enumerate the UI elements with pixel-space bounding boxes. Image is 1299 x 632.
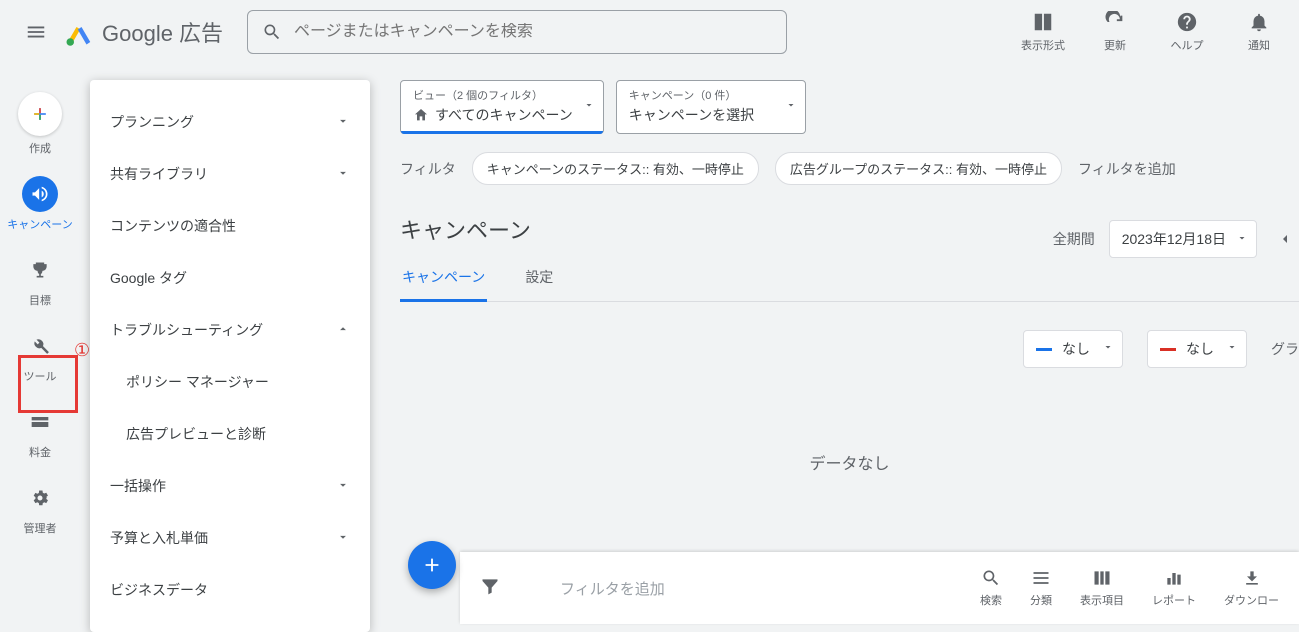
trophy-icon	[22, 252, 58, 288]
bell-icon	[1248, 11, 1270, 33]
date-prev-button[interactable]	[1271, 225, 1299, 253]
filter-funnel-icon[interactable]	[480, 576, 500, 601]
compare-row: なし なし グラ	[1023, 330, 1299, 368]
gear-icon	[22, 480, 58, 516]
annotation-1: ①	[74, 340, 90, 361]
search-input[interactable]	[294, 23, 772, 41]
segment-action[interactable]: 分類	[1030, 568, 1052, 608]
tabs: キャンペーン 設定	[400, 267, 1299, 302]
flyout-bulk-actions[interactable]: 一括操作	[90, 460, 370, 512]
chevron-down-icon	[1102, 340, 1114, 358]
flyout-budgets-bidding[interactable]: 予算と入札単価	[90, 512, 370, 564]
rail-campaigns[interactable]: キャンペーン	[7, 176, 72, 232]
logo-text: Google 広告	[102, 16, 223, 48]
notifications-button[interactable]: 通知	[1235, 11, 1283, 53]
series-color-red	[1160, 348, 1176, 351]
report-action[interactable]: レポート	[1152, 568, 1196, 608]
flyout-ad-preview[interactable]: 広告プレビューと診断	[90, 408, 370, 460]
display-mode-button[interactable]: 表示形式	[1019, 11, 1067, 53]
logo-icon	[64, 17, 94, 47]
search-icon	[981, 568, 1001, 588]
view-scope-dropdown[interactable]: ビュー（2 個のフィルタ） すべてのキャンペーン	[400, 80, 604, 134]
filter-row: フィルタ キャンペーンのステータス:: 有効、一時停止 広告グループのステータス…	[400, 152, 1299, 185]
chevron-down-icon	[336, 114, 350, 131]
columns-icon	[1092, 568, 1112, 588]
date-picker[interactable]: 2023年12月18日	[1109, 220, 1257, 258]
download-action[interactable]: ダウンロー	[1224, 568, 1279, 608]
filter-chip-adgroup-status[interactable]: 広告グループのステータス:: 有効、一時停止	[775, 152, 1062, 185]
bottom-toolbar: フィルタを追加 検索 分類 表示項目 レポート ダウンロー	[460, 552, 1299, 624]
compare-series-1[interactable]: なし	[1023, 330, 1123, 368]
tools-flyout-menu: プランニング 共有ライブラリ コンテンツの適合性 Google タグ トラブルシ…	[90, 80, 370, 632]
chevron-down-icon	[785, 98, 797, 116]
add-fab-button[interactable]	[408, 541, 456, 589]
flyout-planning[interactable]: プランニング	[90, 96, 370, 148]
help-icon	[1176, 11, 1198, 33]
megaphone-icon	[22, 176, 58, 212]
no-data-label: データなし	[809, 450, 889, 474]
graph-label: グラ	[1271, 339, 1299, 359]
campaign-scope-dropdown[interactable]: キャンペーン（0 件） キャンペーンを選択	[616, 80, 806, 134]
hamburger-menu-icon[interactable]	[16, 12, 56, 52]
main-content: ビュー（2 個のフィルタ） すべてのキャンペーン キャンペーン（0 件） キャン…	[400, 80, 1299, 624]
header: Google 広告 表示形式 更新 ヘルプ 通知	[0, 0, 1299, 64]
flyout-business-data[interactable]: ビジネスデータ	[90, 564, 370, 616]
plus-icon	[18, 92, 62, 136]
add-filter-link[interactable]: フィルタを追加	[1078, 159, 1176, 179]
layout-icon	[1032, 11, 1054, 33]
rail-admin[interactable]: 管理者	[22, 480, 58, 536]
flyout-policy-manager[interactable]: ポリシー マネージャー	[90, 356, 370, 408]
tab-settings[interactable]: 設定	[523, 267, 555, 302]
flyout-content-suitability[interactable]: コンテンツの適合性	[90, 200, 370, 252]
card-icon	[22, 404, 58, 440]
chevron-down-icon	[336, 530, 350, 547]
plus-icon	[421, 554, 443, 576]
rail-tools[interactable]: ツール	[22, 328, 58, 384]
columns-action[interactable]: 表示項目	[1080, 568, 1124, 608]
segment-icon	[1031, 568, 1051, 588]
filter-chip-campaign-status[interactable]: キャンペーンのステータス:: 有効、一時停止	[472, 152, 759, 185]
chevron-down-icon	[1226, 340, 1238, 358]
rail-billing[interactable]: 料金	[22, 404, 58, 460]
flyout-troubleshooting[interactable]: トラブルシューティング	[90, 304, 370, 356]
left-rail: 作成 キャンペーン 目標 ツール 料金 管理者	[0, 80, 80, 536]
chevron-down-icon	[336, 166, 350, 183]
report-icon	[1164, 568, 1184, 588]
filter-label: フィルタ	[400, 159, 456, 179]
chevron-down-icon	[336, 478, 350, 495]
home-icon	[413, 107, 429, 123]
chevron-up-icon	[336, 322, 350, 339]
series-color-blue	[1036, 348, 1052, 351]
chevron-down-icon	[1236, 231, 1248, 247]
search-box[interactable]	[247, 10, 787, 54]
help-button[interactable]: ヘルプ	[1163, 11, 1211, 53]
search-action[interactable]: 検索	[980, 568, 1002, 608]
date-range-label: 全期間	[1053, 229, 1095, 249]
chevron-down-icon	[583, 98, 595, 116]
add-filter-input[interactable]: フィルタを追加	[560, 578, 980, 599]
tab-campaigns[interactable]: キャンペーン	[400, 267, 487, 302]
search-icon	[262, 22, 282, 42]
date-row: 全期間 2023年12月18日	[1053, 220, 1299, 258]
table-actions: 検索 分類 表示項目 レポート ダウンロー	[980, 568, 1279, 608]
refresh-icon	[1104, 11, 1126, 33]
scope-row: ビュー（2 個のフィルタ） すべてのキャンペーン キャンペーン（0 件） キャン…	[400, 80, 1299, 134]
google-ads-logo[interactable]: Google 広告	[64, 16, 223, 48]
rail-goals[interactable]: 目標	[22, 252, 58, 308]
flyout-google-tag[interactable]: Google タグ	[90, 252, 370, 304]
rail-create[interactable]: 作成	[18, 92, 62, 156]
compare-series-2[interactable]: なし	[1147, 330, 1247, 368]
download-icon	[1242, 568, 1262, 588]
flyout-shared-library[interactable]: 共有ライブラリ	[90, 148, 370, 200]
wrench-icon	[22, 328, 58, 364]
refresh-button[interactable]: 更新	[1091, 11, 1139, 53]
header-actions: 表示形式 更新 ヘルプ 通知	[1019, 11, 1283, 53]
